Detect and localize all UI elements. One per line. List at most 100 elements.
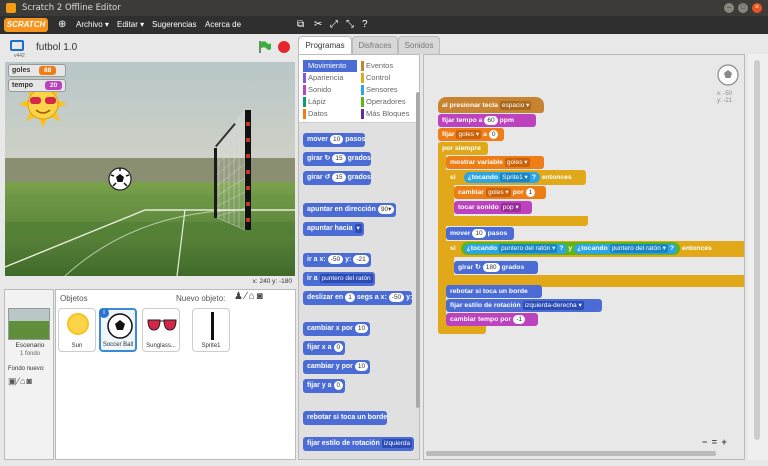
touching-mouse-block[interactable]: ¿tocando puntero del ratón ▾? [574,244,678,254]
scripts-hscrollbar[interactable] [426,451,716,456]
sprite-tile-sun[interactable]: Sun [58,308,96,352]
monitor-tempo[interactable]: tempo 20 [8,79,66,92]
block-dropdown[interactable]: puntero del ratón ▾ [499,244,558,253]
cut-icon[interactable]: ✂ [314,16,322,34]
category-eventos[interactable]: Eventos [361,60,393,72]
set-variable-block[interactable]: fijar goles ▾ a 0 [438,128,504,141]
category-sensores[interactable]: Sensores [361,84,398,96]
block-input[interactable]: 10 [354,324,369,333]
shrink-icon[interactable]: ⤡ [346,16,354,34]
palette-bounce-block[interactable]: rebotar si toca un borde [303,411,388,425]
touching-mouse-block[interactable]: ¿tocando puntero del ratón ▾? [463,244,567,254]
palette-rotation-style-block[interactable]: fijar estilo de rotación izquierda [303,437,415,451]
bounce-edge-block[interactable]: rebotar si toca un borde [446,285,542,298]
palette-point-towards-block[interactable]: apuntar hacia ▾ [303,222,364,236]
block-input[interactable]: 180 [482,263,500,272]
if-sprite1-block[interactable]: si ¿tocando Sprite1 ▾? entonces [446,170,586,185]
block-dropdown[interactable]: izquierda-derecha ▾ [522,301,584,310]
stage-thumbnail[interactable] [8,308,50,340]
scripts-area[interactable]: x: -50 y: -21 al presionar tecla espacio ▾… [423,54,745,460]
menu-archivo[interactable]: Archivo ▾ [76,16,109,34]
block-input[interactable]: 10 [330,135,344,144]
block-input[interactable]: 10 [472,229,486,238]
block-input[interactable]: -1 [513,315,525,324]
block-input[interactable]: 0 [333,343,344,352]
block-input[interactable]: 0 [333,381,344,390]
block-input[interactable]: 10 [354,362,369,371]
block-dropdown[interactable]: izquierda [381,439,413,448]
forever-block[interactable]: por siempre [438,142,488,155]
block-input[interactable]: 90▾ [377,205,395,214]
block-dropdown[interactable]: pop ▾ [500,203,521,212]
presentation-mode-icon[interactable] [10,40,24,51]
block-dropdown[interactable]: goles ▾ [486,188,511,197]
monitor-goles[interactable]: goles 88 [8,64,66,77]
sprite-tile-sunglasses[interactable]: Sunglass... [142,308,180,352]
menu-sugerencias[interactable]: Sugerencias [152,16,196,34]
block-input[interactable]: 15 [332,154,346,163]
palette-turn-right-block[interactable]: girar ↻ 15 grados [303,152,371,166]
block-input[interactable]: 15 [332,173,346,182]
block-dropdown[interactable]: puntero del ratón ▾ [609,244,668,253]
when-key-pressed-block[interactable]: al presionar tecla espacio ▾ [438,97,544,113]
block-dropdown[interactable]: Sprite1 ▾ [500,173,530,182]
palette-move-block[interactable]: mover 10 pasos [303,133,366,147]
duplicate-icon[interactable]: ⧉ [297,16,304,34]
stop-icon[interactable] [278,41,290,53]
sprite-tile-sprite1[interactable]: Sprite1 [192,308,230,352]
globe-icon[interactable]: ⊕ [58,16,66,34]
change-tempo-block[interactable]: cambiar tempo por -1 [446,313,538,326]
palette-point-direction-block[interactable]: apuntar en dirección 90▾ [303,203,397,217]
new-sprite-icons[interactable]: ♟⁄⌂◙ [234,291,265,302]
block-input[interactable]: 1 [525,188,536,197]
category-control[interactable]: Control [361,72,390,84]
if-mouse-block[interactable]: si ¿tocando puntero del ratón ▾? y ¿tocan… [446,241,744,257]
palette-turn-left-block[interactable]: girar ↺ 15 grados [303,171,371,185]
new-backdrop-icons[interactable]: ▣⁄⌂◙ [8,376,33,387]
soccer-ball-sprite[interactable] [108,167,132,191]
category-operadores[interactable]: Operadores [361,96,406,108]
block-input[interactable]: -50 [327,255,344,264]
show-variable-block[interactable]: mostrar variable goles ▾ [446,156,544,169]
category-datos[interactable]: Datos [303,108,328,120]
palette-glide-block[interactable]: deslizar en 1 segs a x: -50 y: [303,291,413,305]
set-tempo-block[interactable]: fijar tempo a 60 ppm [438,114,536,127]
block-input[interactable]: -21 [353,255,369,264]
category-apariencia[interactable]: Apariencia [303,72,343,84]
menu-acerca[interactable]: Acerca de [205,16,241,34]
block-input[interactable]: 1 [345,293,355,302]
palette-goto-block[interactable]: ir a puntero del ratón [303,272,375,286]
block-input[interactable]: -50 [388,293,405,302]
block-input[interactable]: 60 [484,116,498,125]
category-mas-bloques[interactable]: Más Bloques [361,108,409,120]
palette-goto-xy-block[interactable]: ir a x: -50 y: -21 [303,253,371,267]
minimize-icon[interactable]: – [724,3,734,13]
palette-set-y-block[interactable]: fijar y a0 [303,379,346,393]
change-variable-block[interactable]: cambiar goles ▾ por 1 [454,186,546,199]
block-dropdown[interactable]: puntero del ratón [319,274,373,283]
menu-editar[interactable]: Editar ▾ [117,16,144,34]
palette-change-x-block[interactable]: cambiar x por 10 [303,322,371,336]
green-flag-icon[interactable] [258,40,272,54]
tab-sonidos[interactable]: Sonidos [398,36,440,54]
touching-sprite1-block[interactable]: ¿tocando Sprite1 ▾? [463,172,540,183]
stage-canvas[interactable]: goles 88 tempo 20 [5,62,295,276]
block-dropdown[interactable]: ▾ [354,224,362,233]
category-sonido[interactable]: Sonido [303,84,331,96]
block-dropdown[interactable]: espacio ▾ [499,101,532,110]
and-operator-block[interactable]: ¿tocando puntero del ratón ▾? y ¿tocando p… [460,242,681,255]
block-dropdown[interactable]: goles ▾ [504,158,530,167]
scratch-logo[interactable]: SCRATCH [4,18,48,32]
category-lapiz[interactable]: Lápiz [303,96,326,108]
set-rotation-style-block[interactable]: fijar estilo de rotación izquierda-derech… [446,299,602,312]
palette-scrollbar[interactable] [416,92,420,408]
palette-set-x-block[interactable]: fijar x a0 [303,341,346,355]
grow-icon[interactable]: ⤢ [330,16,338,34]
turn-degrees-block[interactable]: girar ↻ 180 grados [454,261,538,274]
zoom-controls[interactable]: − = + [702,437,728,447]
project-name[interactable]: futbol 1.0 [36,42,77,53]
play-sound-block[interactable]: tocar sonido pop ▾ [454,201,532,214]
maximize-icon[interactable]: □ [738,3,748,13]
scripts-vscrollbar[interactable] [754,60,760,440]
move-steps-block[interactable]: mover 10 pasos [446,227,514,240]
